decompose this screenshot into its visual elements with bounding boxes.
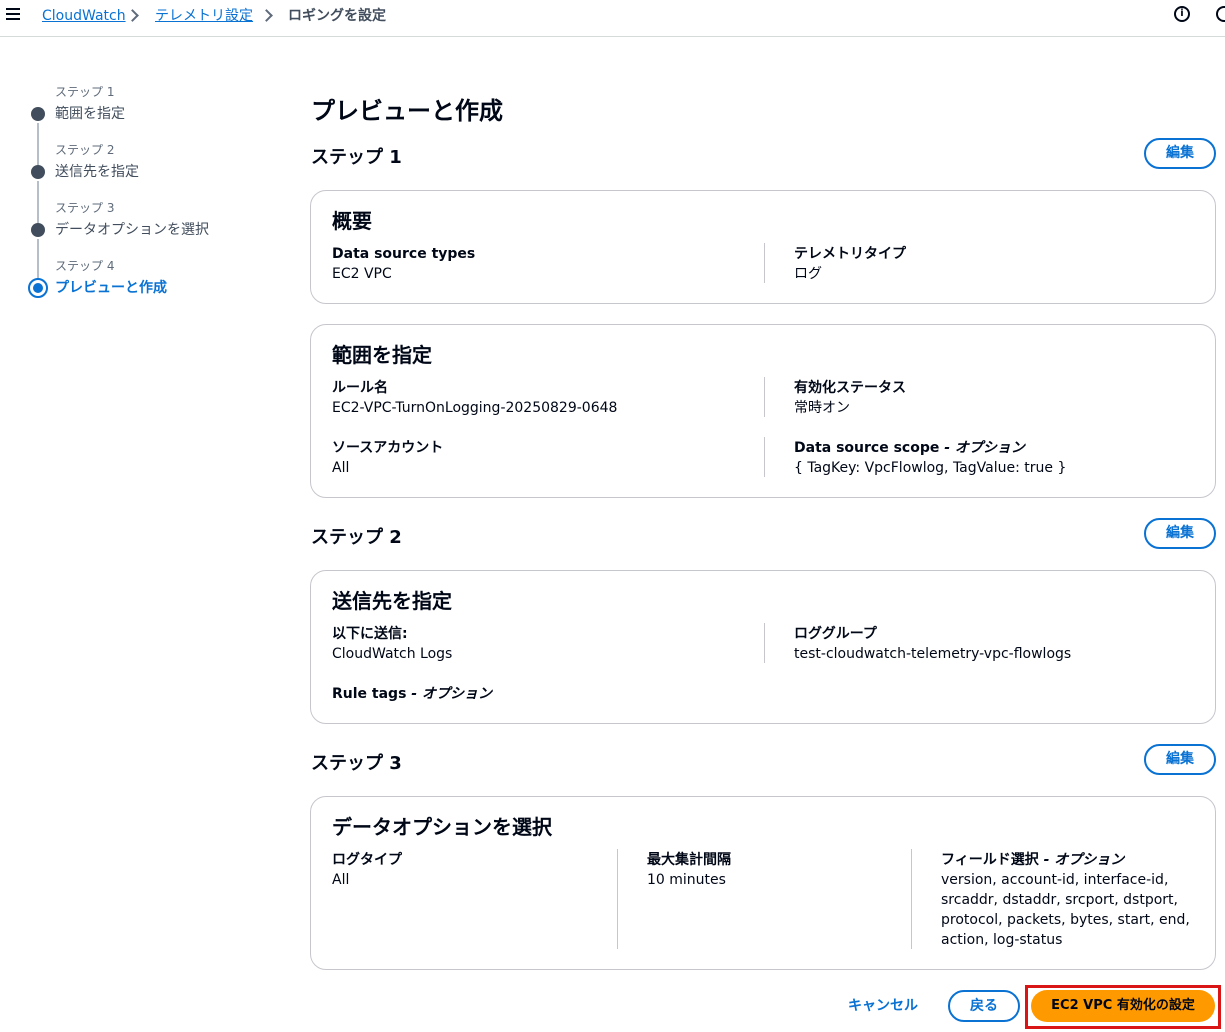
card-title: データオプションを選択 (332, 815, 552, 839)
field-value-line: protocol, packets, bytes, start, end, (941, 912, 1190, 928)
field-key-optional: - オプション (939, 440, 1025, 456)
step-kicker: ステップ 4 (55, 259, 115, 273)
field-key: Rule tags - オプション (332, 684, 492, 704)
step-label[interactable]: 送信先を指定 (55, 161, 139, 181)
field-value: 常時オン (794, 400, 850, 416)
field-key: ログタイプ (332, 852, 402, 868)
data-options-card: データオプションを選択 ログタイプ All 最大集計間隔 10 minutes … (310, 796, 1216, 970)
column-divider (764, 437, 765, 477)
column-divider (764, 623, 765, 663)
wizard-steps: ステップ 1 範囲を指定 ステップ 2 送信先を指定 ステップ 3 データオプシ… (28, 80, 278, 312)
card-title: 範囲を指定 (332, 343, 432, 367)
field-value: EC2 VPC (332, 266, 392, 282)
hamburger-menu-icon[interactable] (6, 8, 20, 22)
step-label[interactable]: データオプションを選択 (55, 219, 209, 239)
field-source-account: ソースアカウント All (332, 438, 443, 478)
field-log-group: ロググループ test-cloudwatch-telemetry-vpc-flo… (794, 624, 1071, 664)
field-rule-tags: Rule tags - オプション (332, 684, 492, 704)
field-value: test-cloudwatch-telemetry-vpc-flowlogs (794, 646, 1072, 662)
field-value: EC2-VPC-TurnOnLogging-20250829-0648 (332, 400, 618, 416)
field-key: ロググループ (794, 626, 877, 642)
field-max-aggregation-interval: 最大集計間隔 10 minutes (647, 850, 731, 890)
field-value: 10 minutes (647, 872, 726, 888)
scope-card: 範囲を指定 ルール名 EC2-VPC-TurnOnLogging-2025082… (310, 324, 1216, 498)
field-key: Data source scope - オプション (794, 438, 1066, 458)
card-title: 概要 (332, 209, 372, 233)
panel-toggle-icon[interactable] (1216, 6, 1225, 22)
step-1[interactable]: ステップ 1 範囲を指定 (28, 80, 278, 165)
step-label: プレビューと作成 (55, 280, 167, 296)
info-icon[interactable]: i (1174, 6, 1190, 22)
step-kicker: ステップ 2 (55, 143, 115, 157)
field-key: フィールド選択 - オプション (941, 850, 1190, 870)
field-key-text: フィールド選択 (941, 852, 1039, 868)
cancel-button[interactable]: キャンセル (838, 993, 928, 1019)
field-key-optional: - オプション (406, 686, 492, 702)
field-key: 有効化ステータス (794, 380, 906, 396)
step-dot-icon (31, 165, 45, 179)
step-kicker: ステップ 1 (55, 85, 115, 99)
field-value-line: srcaddr, dstaddr, srcport, dstport, (941, 892, 1178, 908)
edit-step-2-button[interactable]: 編集 (1144, 518, 1216, 549)
configure-ec2-vpc-activation-button[interactable]: EC2 VPC 有効化の設定 (1031, 990, 1215, 1022)
page-title: プレビューと作成 (311, 97, 503, 125)
field-data-source-types: Data source types EC2 VPC (332, 244, 475, 284)
chevron-right-icon (260, 9, 273, 22)
field-value: CloudWatch Logs (332, 646, 453, 662)
column-divider (911, 849, 912, 949)
field-value-line: version, account-id, interface-id, (941, 872, 1169, 888)
field-key: Data source types (332, 246, 476, 262)
step-dot-icon (31, 107, 45, 121)
field-activation-status: 有効化ステータス 常時オン (794, 378, 906, 418)
field-key-text: Data source scope (794, 440, 940, 456)
field-key: 最大集計間隔 (647, 852, 731, 868)
edit-step-3-button[interactable]: 編集 (1144, 744, 1216, 775)
column-divider (617, 849, 618, 949)
field-value: All (332, 872, 350, 888)
back-button[interactable]: 戻る (948, 990, 1020, 1022)
field-send-to: 以下に送信: CloudWatch Logs (332, 624, 452, 664)
breadcrumb-cloudwatch[interactable]: CloudWatch (42, 7, 126, 25)
step-dot-icon (31, 223, 45, 237)
column-divider (764, 243, 765, 283)
section-heading-step-1: ステップ 1 (311, 147, 402, 168)
field-key-text: Rule tags (332, 686, 407, 702)
breadcrumb-telemetry-settings[interactable]: テレメトリ設定 (155, 7, 253, 25)
overview-card: 概要 Data source types EC2 VPC テレメトリタイプ ログ (310, 190, 1216, 304)
step-3[interactable]: ステップ 3 データオプションを選択 (28, 196, 278, 281)
field-rule-name: ルール名 EC2-VPC-TurnOnLogging-20250829-0648 (332, 378, 617, 418)
step-4: ステップ 4 プレビューと作成 (28, 254, 278, 312)
step-label[interactable]: 範囲を指定 (55, 103, 125, 123)
field-key: テレメトリタイプ (794, 246, 906, 262)
field-data-source-scope: Data source scope - オプション { TagKey: VpcF… (794, 438, 1066, 478)
card-title: 送信先を指定 (332, 589, 452, 613)
field-value: All (332, 460, 350, 476)
field-value: { TagKey: VpcFlowlog, TagValue: true } (794, 460, 1067, 476)
field-key: 以下に送信: (332, 626, 408, 642)
field-key-optional: - オプション (1038, 852, 1125, 868)
field-field-selection: フィールド選択 - オプション version, account-id, int… (941, 850, 1190, 950)
step-active-dot-icon (28, 278, 48, 298)
field-telemetry-type: テレメトリタイプ ログ (794, 244, 906, 284)
chevron-right-icon (126, 9, 139, 22)
top-navigation-bar: CloudWatch テレメトリ設定 ロギングを設定 i (0, 0, 1225, 37)
field-key: ソースアカウント (332, 440, 444, 456)
field-log-type: ログタイプ All (332, 850, 402, 890)
section-heading-step-2: ステップ 2 (311, 527, 402, 548)
destination-card: 送信先を指定 以下に送信: CloudWatch Logs ロググループ tes… (310, 570, 1216, 724)
section-heading-step-3: ステップ 3 (311, 753, 402, 774)
edit-step-1-button[interactable]: 編集 (1144, 138, 1216, 169)
step-kicker: ステップ 3 (55, 201, 115, 215)
step-2[interactable]: ステップ 2 送信先を指定 (28, 138, 278, 223)
field-key: ルール名 (332, 380, 388, 396)
field-value: ログ (794, 266, 822, 282)
breadcrumb-current: ロギングを設定 (288, 8, 386, 24)
field-value-line: action, log-status (941, 932, 1063, 948)
column-divider (764, 377, 765, 417)
